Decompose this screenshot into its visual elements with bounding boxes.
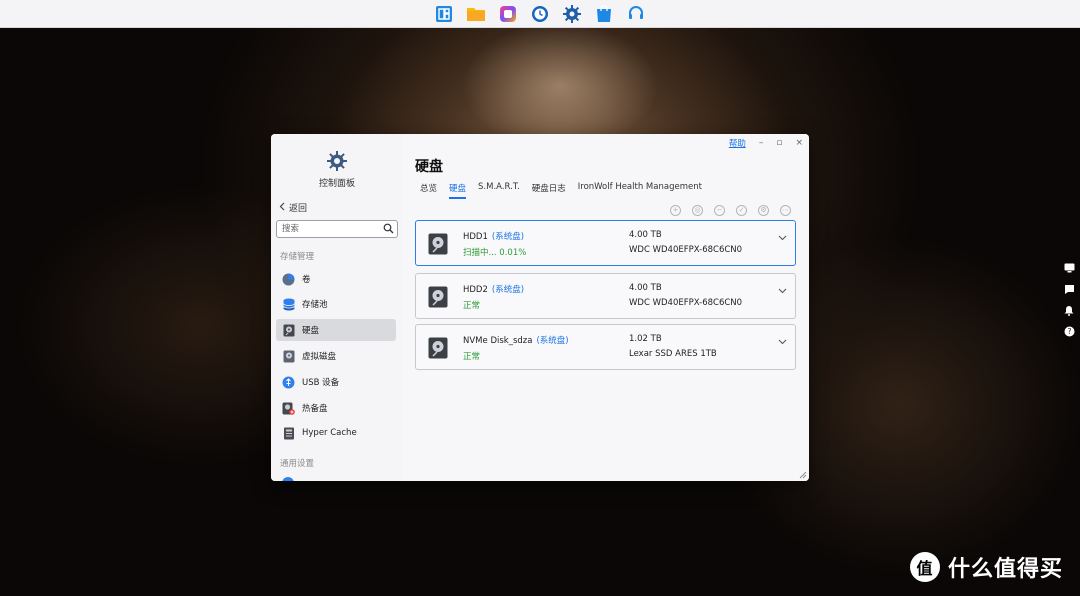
hdd-icon <box>428 337 448 359</box>
tab-disks[interactable]: 硬盘 <box>449 182 467 199</box>
top-dock <box>0 0 1080 28</box>
disk-name: HDD2 <box>463 285 488 295</box>
sidebar-item-virtual-disk[interactable]: 虚拟磁盘 <box>276 345 396 367</box>
add-icon[interactable]: + <box>670 205 681 216</box>
disk-status: 扫描中... 0.01% <box>463 248 527 258</box>
message-icon[interactable] <box>1063 283 1075 295</box>
tab-bar: 总览 硬盘 S.M.A.R.T. 硬盘日志 IronWolf Health Ma… <box>420 182 702 199</box>
more-icon[interactable]: ⋯ <box>780 205 791 216</box>
search-input[interactable]: 搜索 <box>276 220 398 238</box>
settings-icon[interactable] <box>560 2 584 26</box>
chevron-down-icon[interactable] <box>778 288 787 294</box>
search-icon[interactable] <box>383 223 394 240</box>
system-disk-tag: (系统盘) <box>536 336 569 346</box>
disk-toolbar: + ◎ − ✓ ⚙ ⋯ <box>670 205 791 216</box>
gear-icon[interactable]: ⚙ <box>758 205 769 216</box>
disk-icon <box>282 324 295 337</box>
main-panel: 帮助 – ▫ × 硬盘 总览 硬盘 S.M.A.R.T. 硬盘日志 IronWo… <box>403 134 809 481</box>
hdd-icon <box>428 233 448 255</box>
disk-size: 4.00 TB <box>629 283 662 293</box>
sidebar-item-label: Hyper Cache <box>302 428 357 438</box>
storage-pool-icon <box>282 298 295 311</box>
sidebar-item-disk[interactable]: 硬盘 <box>276 319 396 341</box>
disk-size: 1.02 TB <box>629 334 662 344</box>
disk-model: Lexar SSD ARES 1TB <box>629 349 717 359</box>
control-panel-icon <box>327 151 347 171</box>
sidebar-item-usb[interactable]: USB 设备 <box>276 371 396 393</box>
monitor-icon[interactable] <box>1063 262 1075 274</box>
support-icon[interactable] <box>624 2 648 26</box>
folder-icon[interactable] <box>464 2 488 26</box>
layout-icon[interactable] <box>432 2 456 26</box>
sidebar-item-label: 存储池 <box>302 300 328 310</box>
chevron-down-icon[interactable] <box>778 235 787 241</box>
disk-size: 4.00 TB <box>629 230 662 240</box>
svg-text:?: ? <box>1067 327 1071 336</box>
sidebar-item-volume[interactable]: 卷 <box>276 268 396 290</box>
sidebar-item-label: 卷 <box>302 275 311 285</box>
watermark-text: 什么值得买 <box>948 557 1064 582</box>
disk-card[interactable]: HDD1 (系统盘) 扫描中... 0.01% 4.00 TB WDC WD40E… <box>415 220 796 266</box>
maximize-button[interactable]: ▫ <box>776 138 782 148</box>
app-title: 控制面板 <box>318 179 355 189</box>
help-link[interactable]: 帮助 <box>729 137 746 149</box>
disk-name-row: NVMe Disk_sdza (系统盘) <box>463 334 569 346</box>
control-panel-window: 控制面板 返回 搜索 存储管理 卷 存储池 硬盘 虚拟磁盘 USB 设备 热备盘… <box>271 134 809 481</box>
watermark: 值 什么值得买 <box>910 551 1063 583</box>
section-storage: 存储管理 <box>280 252 315 262</box>
locate-icon[interactable]: ◎ <box>692 205 703 216</box>
virtual-disk-icon <box>282 350 295 363</box>
disk-status: 正常 <box>463 301 481 311</box>
section-general: 通用设置 <box>280 459 315 469</box>
tab-ironwolf[interactable]: IronWolf Health Management <box>578 182 702 199</box>
usb-icon <box>282 376 295 389</box>
store-icon[interactable] <box>592 2 616 26</box>
disk-card[interactable]: HDD2 (系统盘) 正常 4.00 TB WDC WD40EFPX-68C6CN… <box>415 273 796 319</box>
chevron-left-icon <box>279 202 285 214</box>
volume-icon <box>282 273 295 286</box>
sidebar-item-label: 硬盘 <box>302 326 320 336</box>
window-controls: 帮助 – ▫ × <box>729 137 803 149</box>
sidebar-item-hyper-cache[interactable]: Hyper Cache <box>276 422 396 444</box>
app-center-icon[interactable] <box>496 2 520 26</box>
disk-name-row: HDD1 (系统盘) <box>463 230 524 242</box>
back-label: 返回 <box>289 204 308 214</box>
tab-disk-log[interactable]: 硬盘日志 <box>532 182 566 199</box>
disk-status: 正常 <box>463 352 481 362</box>
sidebar-item-hot-spare[interactable]: 热备盘 <box>276 397 396 419</box>
hdd-icon <box>428 286 448 308</box>
remove-icon[interactable]: − <box>714 205 725 216</box>
system-disk-tag: (系统盘) <box>491 232 525 242</box>
general-item-icon <box>282 477 294 481</box>
sidebar-item-storage-pool[interactable]: 存储池 <box>276 293 396 315</box>
help-icon[interactable]: ? <box>1063 325 1075 337</box>
tab-overview[interactable]: 总览 <box>420 182 437 199</box>
bell-icon[interactable] <box>1063 304 1075 316</box>
disk-name-row: HDD2 (系统盘) <box>463 283 524 295</box>
search-placeholder: 搜索 <box>282 224 300 234</box>
check-icon[interactable]: ✓ <box>736 205 747 216</box>
disk-name: NVMe Disk_sdza <box>463 336 533 346</box>
minimize-button[interactable]: – <box>759 138 764 148</box>
close-button[interactable]: × <box>795 138 803 148</box>
hot-spare-icon <box>282 402 295 415</box>
watermark-logo: 值 <box>910 552 940 582</box>
resize-handle-icon[interactable] <box>799 471 807 479</box>
desktop-side-icons: ? <box>1063 262 1075 337</box>
page-title: 硬盘 <box>415 159 443 175</box>
system-disk-tag: (系统盘) <box>491 285 525 295</box>
clock-icon[interactable] <box>528 2 552 26</box>
disk-model: WDC WD40EFPX-68C6CN0 <box>629 245 743 255</box>
sidebar: 控制面板 返回 搜索 存储管理 卷 存储池 硬盘 虚拟磁盘 USB 设备 热备盘… <box>271 134 403 481</box>
sidebar-item-label: USB 设备 <box>302 378 340 388</box>
tab-smart[interactable]: S.M.A.R.T. <box>478 182 520 199</box>
disk-model: WDC WD40EFPX-68C6CN0 <box>629 298 743 308</box>
chevron-down-icon[interactable] <box>778 339 787 345</box>
back-button[interactable]: 返回 <box>279 201 307 214</box>
disk-name: HDD1 <box>463 232 488 242</box>
sidebar-item-label: 热备盘 <box>302 404 328 414</box>
sidebar-item-label: 虚拟磁盘 <box>302 352 337 362</box>
cache-icon <box>282 427 295 440</box>
disk-card[interactable]: NVMe Disk_sdza (系统盘) 正常 1.02 TB Lexar SSD… <box>415 324 796 370</box>
